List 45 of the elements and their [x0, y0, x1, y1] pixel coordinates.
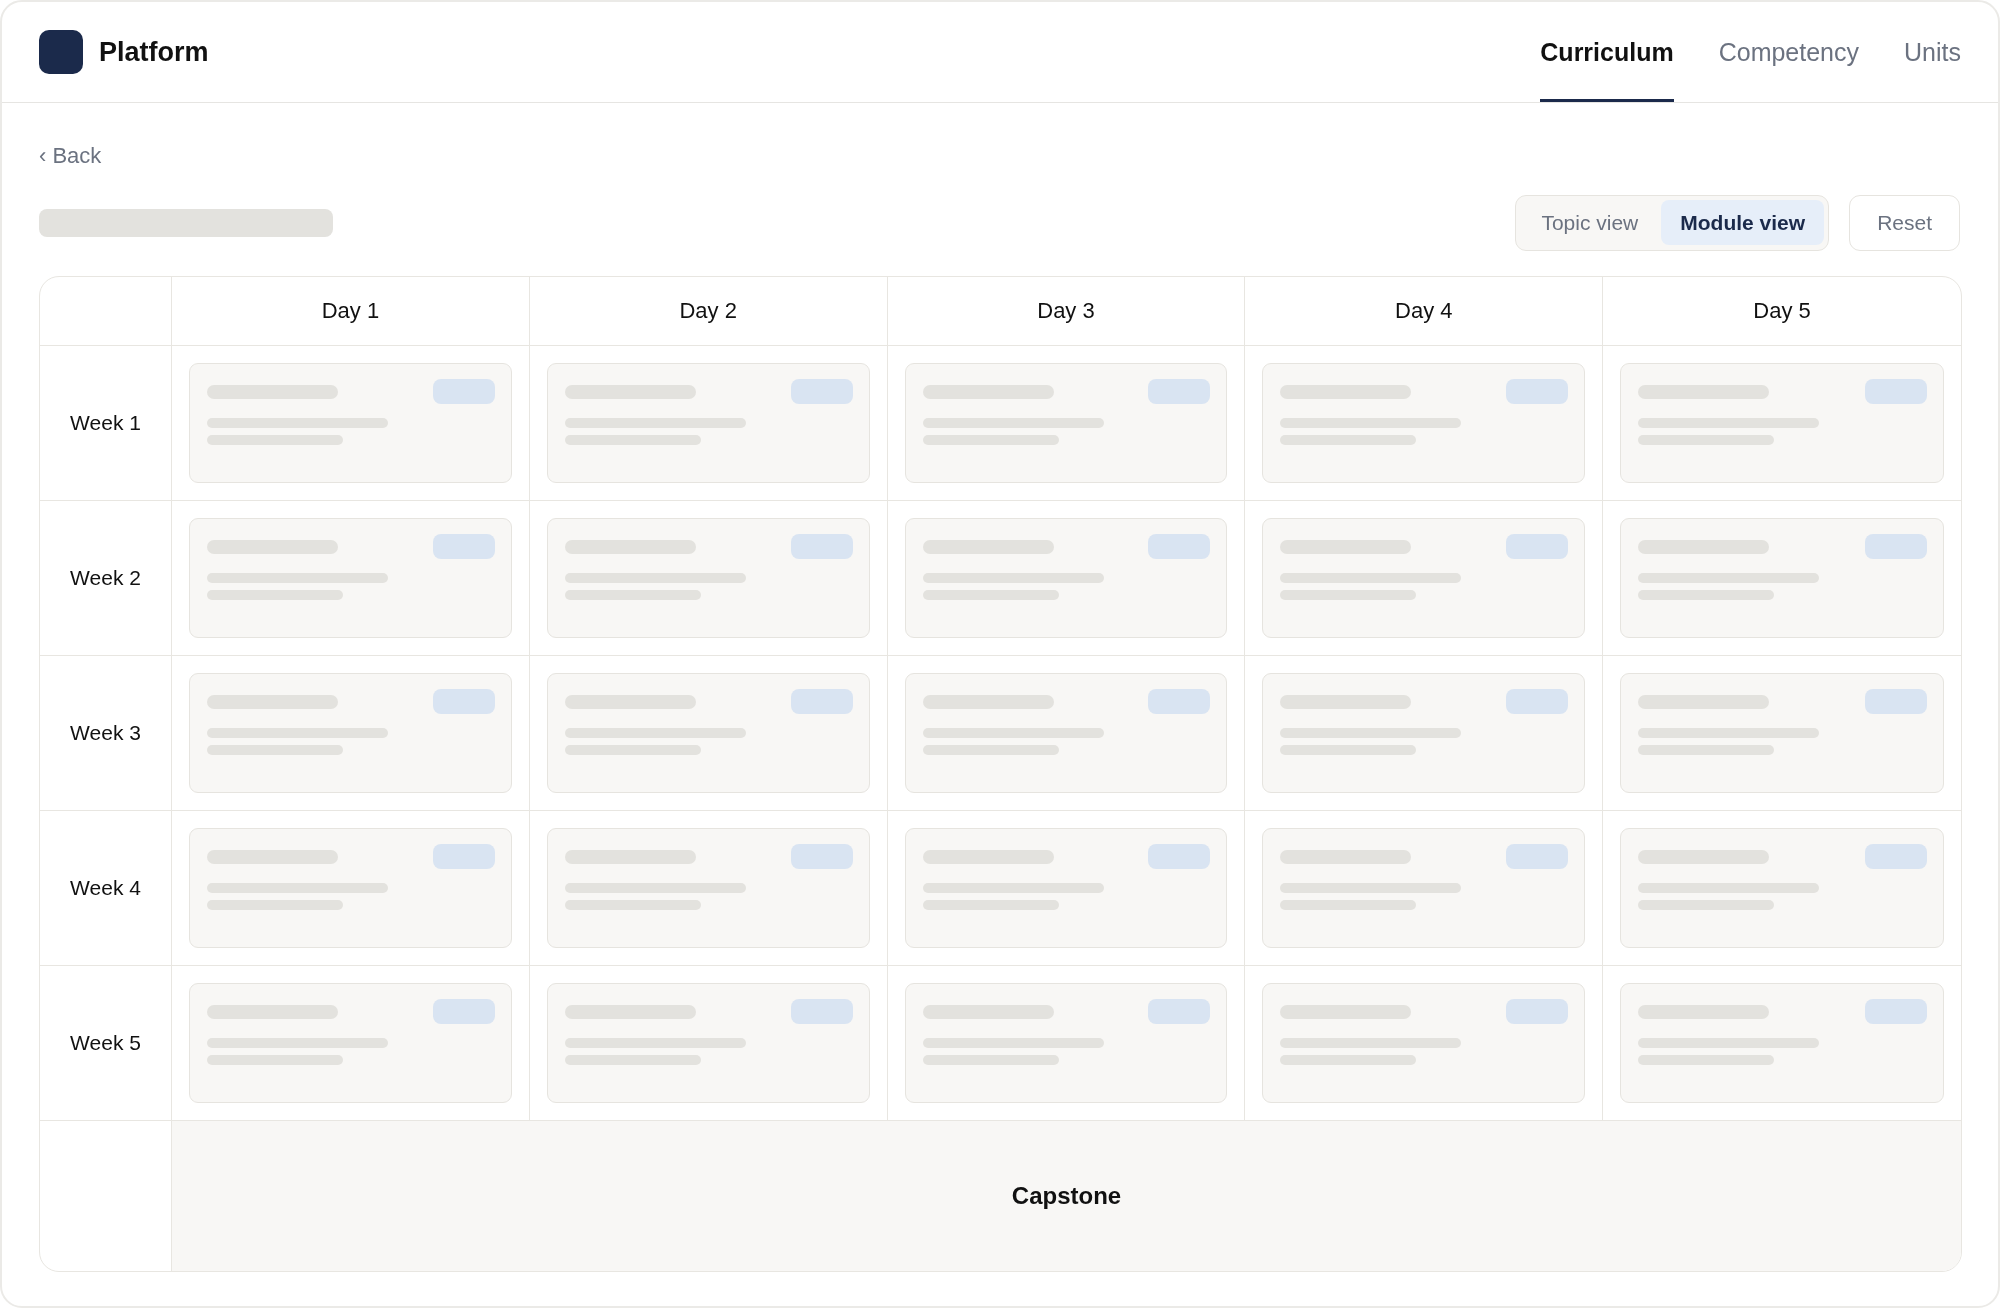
- skeleton-pill: [1865, 999, 1927, 1024]
- week-label: Week 1: [70, 411, 141, 435]
- skeleton-pill: [1148, 844, 1211, 869]
- skeleton-pill: [432, 534, 495, 559]
- skeleton-pill: [1148, 999, 1211, 1024]
- view-toggle-option[interactable]: Module view: [1661, 200, 1825, 245]
- skeleton-pill: [790, 999, 853, 1024]
- nav-tab[interactable]: Curriculum: [1540, 2, 1674, 102]
- capstone-block: Capstone: [172, 1121, 1961, 1271]
- skeleton-pill: [790, 689, 853, 714]
- skeleton-pill: [1506, 999, 1569, 1024]
- nav-tab[interactable]: Competency: [1718, 2, 1860, 102]
- skeleton-pill: [432, 844, 495, 869]
- reset-button[interactable]: Reset: [1849, 194, 1960, 251]
- app-name: Platform: [99, 36, 209, 68]
- skeleton-pill: [790, 534, 853, 559]
- skeleton-pill: [1865, 379, 1927, 404]
- skeleton-pill: [1506, 534, 1569, 559]
- week-label: Week 5: [70, 1031, 141, 1055]
- nav-tab[interactable]: Units: [1904, 2, 1961, 102]
- skeleton-pill: [1506, 689, 1569, 714]
- skeleton-pill: [1148, 379, 1211, 404]
- week-label: Week 2: [70, 566, 141, 590]
- day-header: Day 3: [1037, 298, 1095, 324]
- skeleton-pill: [790, 844, 853, 869]
- skeleton-pill: [1865, 689, 1927, 714]
- skeleton-pill: [432, 689, 495, 714]
- week-label: Week 3: [70, 721, 141, 745]
- skeleton-pill: [1506, 844, 1569, 869]
- skeleton-pill: [1148, 689, 1211, 714]
- skeleton-pill: [1506, 379, 1569, 404]
- view-toggle-option[interactable]: Topic view: [1520, 200, 1660, 245]
- back-link[interactable]: ‹ Back: [39, 143, 102, 169]
- day-header: Day 4: [1395, 298, 1453, 324]
- skeleton-pill: [1865, 844, 1927, 869]
- skeleton-pill: [790, 379, 853, 404]
- skeleton-pill: [432, 999, 495, 1024]
- week-label: Week 4: [70, 876, 141, 900]
- day-header: Day 1: [321, 298, 380, 324]
- day-header: Day 2: [679, 298, 737, 324]
- day-header: Day 5: [1753, 298, 1811, 324]
- logo-square-icon: [39, 30, 83, 74]
- skeleton-pill: [1148, 534, 1211, 559]
- skeleton-pill: [1865, 534, 1927, 559]
- skeleton-pill: [432, 379, 495, 404]
